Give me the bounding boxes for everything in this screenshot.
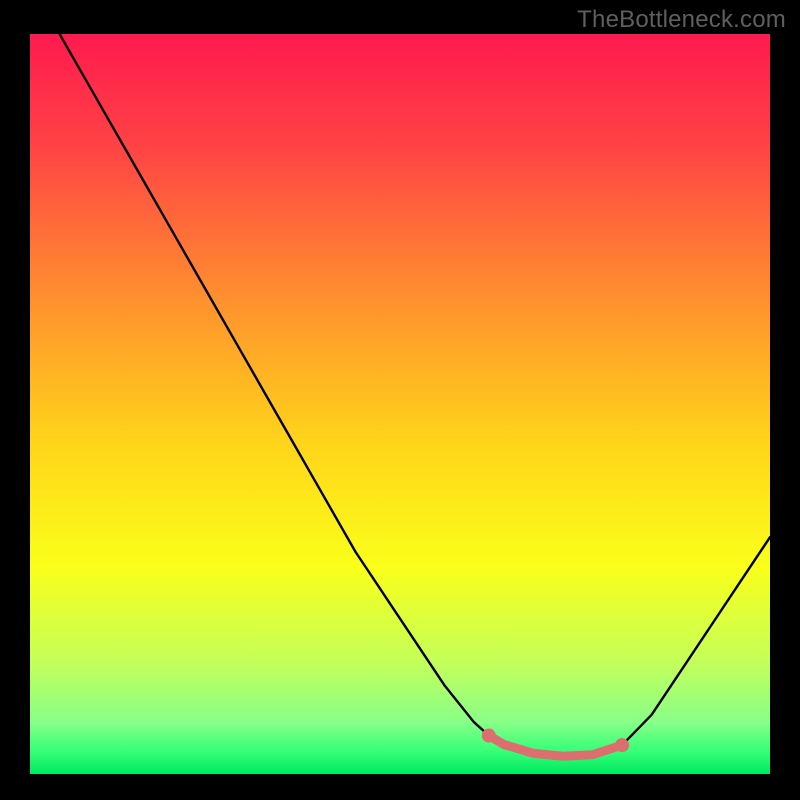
plot-area (30, 34, 770, 774)
chart-container: TheBottleneck.com (0, 0, 800, 800)
plot-svg (30, 34, 770, 774)
highlight-segment (489, 736, 622, 757)
highlight-dot-left (482, 729, 496, 743)
watermark-text: TheBottleneck.com (577, 6, 786, 34)
highlight-dot-right (615, 738, 629, 752)
curve-line (60, 34, 770, 756)
